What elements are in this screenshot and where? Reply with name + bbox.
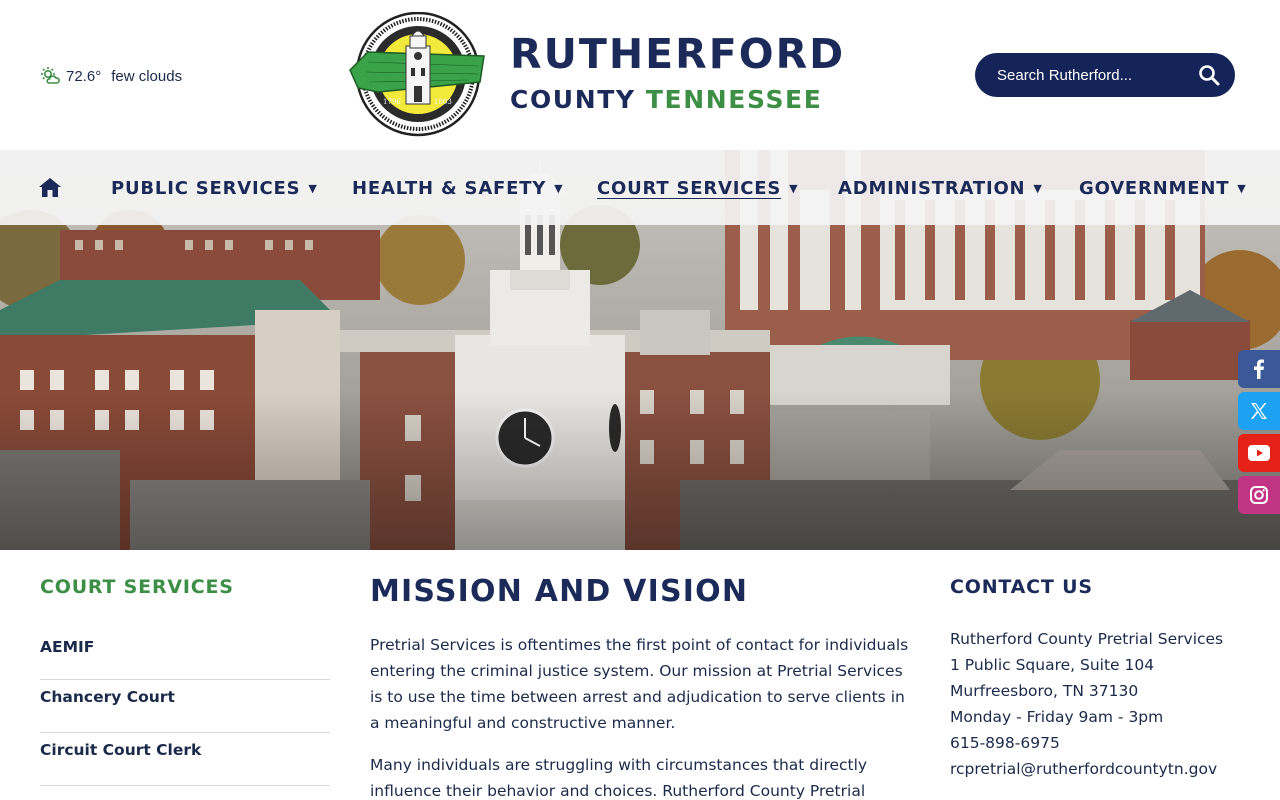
caret-down-icon: ▼ (308, 182, 318, 195)
weather-widget: 72.6° few clouds (40, 66, 182, 86)
contact-title: CONTACT US (950, 576, 1093, 598)
weather-temperature: 72.6° (66, 67, 102, 85)
page-title: MISSION AND VISION (370, 574, 749, 609)
nav-label: PUBLIC SERVICES (111, 178, 301, 199)
instagram-icon (1250, 486, 1268, 504)
contact-email[interactable]: rcpretrial@rutherfordcountytn.gov (950, 756, 1250, 782)
seal-year-left: 1796 (383, 98, 401, 106)
county-seal-logo[interactable]: 1796 1803 (348, 12, 488, 137)
nav-administration[interactable]: ADMINISTRATION ▼ (838, 178, 1043, 199)
contact-hours: Monday - Friday 9am - 3pm (950, 708, 1164, 726)
sidebar-item-chancery-court[interactable]: Chancery Court (40, 680, 330, 733)
brand-county: COUNTY (510, 85, 636, 114)
nav-public-services[interactable]: PUBLIC SERVICES ▼ (111, 178, 318, 199)
youtube-link[interactable] (1238, 434, 1280, 472)
caret-down-icon: ▼ (1033, 182, 1043, 195)
nav-label: ADMINISTRATION (838, 178, 1026, 199)
nav-label: COURT SERVICES (597, 178, 782, 199)
caret-down-icon: ▼ (789, 182, 799, 195)
brand-line-1: RUTHERFORD (510, 30, 846, 78)
nav-health-safety[interactable]: HEALTH & SAFETY ▼ (352, 178, 563, 199)
main-content: MISSION AND VISION Pretrial Services is … (370, 574, 910, 800)
contact-address-line-1: 1 Public Square, Suite 104 (950, 656, 1155, 674)
contact-us-panel: CONTACT US Rutherford County Pretrial Se… (950, 576, 1250, 782)
youtube-icon (1248, 445, 1270, 461)
nav-label: HEALTH & SAFETY (352, 178, 547, 199)
nav-court-services[interactable]: COURT SERVICES ▼ (597, 178, 798, 199)
sidebar-title: COURT SERVICES (40, 576, 234, 598)
x-twitter-link[interactable] (1238, 392, 1280, 430)
nav-label: GOVERNMENT (1079, 178, 1230, 199)
caret-down-icon: ▼ (1237, 182, 1247, 195)
mission-paragraph-2: Many individuals are struggling with cir… (370, 756, 868, 800)
facebook-icon (1254, 359, 1264, 379)
x-twitter-icon (1251, 403, 1267, 419)
main-nav: PUBLIC SERVICES ▼ HEALTH & SAFETY ▼ COURT … (0, 150, 1280, 225)
contact-org-name: Rutherford County Pretrial Services (950, 630, 1224, 648)
seal-year-right: 1803 (434, 98, 452, 106)
contact-details: Rutherford County Pretrial Services 1 Pu… (950, 626, 1250, 782)
search-bar (975, 53, 1235, 97)
facebook-link[interactable] (1238, 350, 1280, 388)
brand-line-2: COUNTY TENNESSEE (510, 82, 845, 118)
sidebar-item-aemif[interactable]: AEMIF (40, 634, 330, 680)
partly-cloudy-icon (41, 67, 60, 84)
home-icon[interactable] (38, 176, 62, 198)
site-header: 72.6° few clouds 1796 1803 RUTHERFORD CO… (0, 0, 1280, 150)
contact-address-line-2: Murfreesboro, TN 37130 (950, 682, 1139, 700)
mission-paragraph-1: Pretrial Services is oftentimes the firs… (370, 636, 909, 732)
search-input[interactable] (997, 66, 1197, 84)
search-icon[interactable] (1197, 63, 1221, 87)
nav-government[interactable]: GOVERNMENT ▼ (1079, 178, 1247, 199)
instagram-link[interactable] (1238, 476, 1280, 514)
sidebar-item-circuit-court-clerk[interactable]: Circuit Court Clerk (40, 733, 330, 786)
sidebar-menu: AEMIF Chancery Court Circuit Court Clerk (40, 634, 330, 786)
site-brand[interactable]: RUTHERFORD COUNTY TENNESSEE (510, 30, 845, 118)
court-services-sidebar: COURT SERVICES AEMIF Chancery Court Circ… (40, 576, 330, 786)
brand-state: TENNESSEE (645, 85, 823, 114)
weather-condition: few clouds (111, 67, 183, 85)
contact-phone[interactable]: 615-898-6975 (950, 730, 1250, 756)
caret-down-icon: ▼ (554, 182, 564, 195)
